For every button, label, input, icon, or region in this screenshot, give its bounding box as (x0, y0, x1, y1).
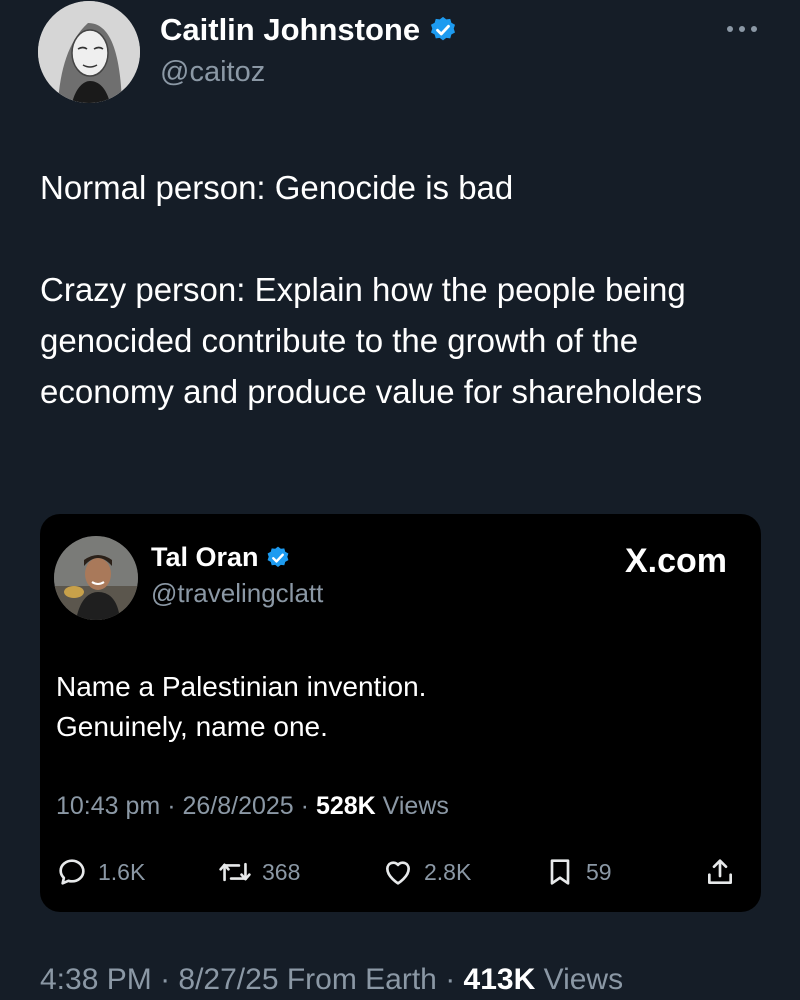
sketch-portrait-avatar-icon (38, 1, 140, 103)
post-line-2: Crazy person: Explain how the people bei… (40, 271, 703, 410)
quoted-views-count: 528K (315, 792, 376, 820)
quoted-views-label: Views (382, 792, 449, 820)
author-avatar[interactable] (38, 1, 140, 103)
quoted-text-line-2: Genuinely, name one. (56, 711, 328, 742)
verified-badge-icon (431, 16, 456, 41)
photo-avatar-icon (54, 536, 138, 620)
quoted-author-name[interactable]: Tal Oran (151, 542, 291, 573)
post-meta: 4:38 PM · 8/27/25 From Earth · 413K View… (40, 963, 624, 996)
author-name[interactable]: Caitlin Johnstone (160, 12, 458, 48)
quoted-author-handle[interactable]: @travelingclatt (151, 578, 323, 609)
bookmark-count: 59 (586, 858, 612, 885)
post-views-count[interactable]: 413K (464, 963, 536, 996)
repost-button[interactable]: 368 (218, 856, 300, 888)
quoted-text-line-1: Name a Palestinian invention. (56, 671, 427, 702)
post-date-place: 8/27/25 From Earth (178, 963, 437, 996)
share-icon (708, 859, 732, 884)
heart-icon (386, 861, 410, 885)
reply-button[interactable]: 1.6K (56, 856, 145, 888)
post-views-label: Views (543, 963, 624, 996)
repost-count: 368 (262, 858, 301, 885)
quoted-date: 26/8/2025 (182, 792, 294, 820)
quoted-tweet-card[interactable]: Tal Oran @travelingclatt X.com Name a Pa… (40, 514, 761, 912)
quoted-time: 10:43 pm (56, 792, 161, 820)
reply-count: 1.6K (98, 858, 146, 885)
repost-icon (219, 862, 251, 882)
post-text: Normal person: Genocide is bad Crazy per… (40, 162, 770, 417)
reply-icon (59, 859, 85, 885)
quoted-tweet-text: Name a Palestinian invention. Genuinely,… (56, 667, 716, 747)
bookmark-icon (550, 859, 570, 885)
more-dots-icon (727, 26, 757, 32)
x-com-logo: X.com (624, 542, 727, 580)
verified-badge-icon (267, 546, 288, 567)
author-handle[interactable]: @caitoz (160, 56, 265, 89)
like-button[interactable]: 2.8K (382, 856, 471, 888)
quoted-action-bar: 1.6K 368 2.8K 59 (40, 852, 761, 896)
like-count: 2.8K (424, 858, 472, 885)
share-button[interactable] (704, 856, 736, 888)
author-name-text[interactable]: Caitlin Johnstone (160, 12, 420, 48)
more-options-button[interactable] (722, 14, 762, 44)
bookmark-button[interactable]: 59 (544, 856, 612, 888)
quoted-author-avatar[interactable] (54, 536, 138, 620)
post-line-1: Normal person: Genocide is bad (40, 169, 514, 206)
quoted-author-name-text[interactable]: Tal Oran (151, 542, 259, 573)
post-time: 4:38 PM (40, 963, 152, 996)
quoted-tweet-meta: 10:43 pm · 26/8/2025 · 528K Views (56, 792, 449, 820)
